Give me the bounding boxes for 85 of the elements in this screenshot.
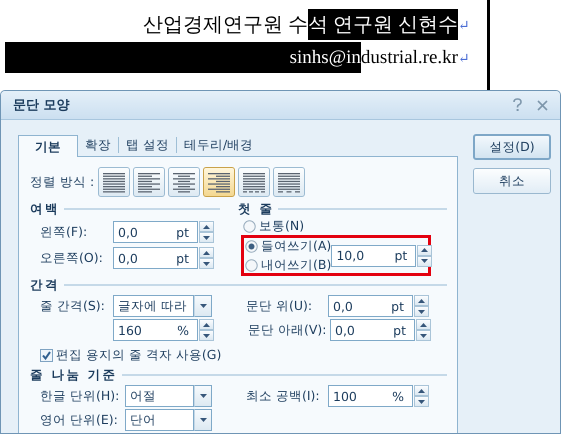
spin-up-button[interactable] <box>414 295 429 306</box>
tab[interactable]: 테두리/배경 <box>176 137 260 153</box>
caret-down-icon <box>418 310 425 314</box>
checkbox-label: 편집 용지의 줄 격자 사용(G) <box>56 346 222 364</box>
spin-down-button[interactable] <box>199 258 214 269</box>
number-field[interactable]: 160 % <box>113 319 198 341</box>
tab[interactable]: 탭 설정 <box>118 137 176 153</box>
document-text: 산업경제연구원 수 <box>143 13 308 38</box>
caret-down-icon <box>203 334 210 338</box>
field-label: 정렬 방식 : <box>30 174 96 190</box>
caret-down-icon <box>203 262 210 266</box>
dropdown-field[interactable]: 글자에 따라 <box>113 295 194 317</box>
dropdown-button[interactable] <box>194 385 212 407</box>
number-field[interactable]: 0,0 pt <box>330 319 415 341</box>
field-label: 영어 단위(E): <box>40 412 119 428</box>
number-field[interactable]: 0,0 pt <box>328 295 413 317</box>
align-button[interactable] <box>203 167 235 197</box>
document-text: 석 연구원 신현수 <box>308 9 458 40</box>
section-heading: 줄 나눔 기준 <box>30 366 118 384</box>
caret-up-icon <box>420 322 427 326</box>
radio-label: 들여쓰기(A) <box>261 238 332 255</box>
spin-up-button[interactable] <box>417 244 432 256</box>
spin-down-button[interactable] <box>416 330 431 341</box>
caret-down-icon <box>420 334 427 338</box>
section-heading: 여백 <box>30 200 60 218</box>
align-button[interactable] <box>238 167 270 197</box>
paragraph-mark: ↵ <box>458 18 471 36</box>
dialog-button[interactable]: 취소 <box>473 168 551 194</box>
spin-down-button[interactable] <box>414 306 429 317</box>
dropdown-button[interactable] <box>194 295 212 317</box>
align-button[interactable] <box>133 167 165 197</box>
number-field[interactable]: 0,0 pt <box>113 247 198 269</box>
spin-down-button[interactable] <box>199 330 214 341</box>
radio-button[interactable] <box>245 259 258 272</box>
radio-button[interactable] <box>245 240 258 253</box>
help-icon[interactable] <box>512 98 523 112</box>
spin-down-button[interactable] <box>199 232 214 243</box>
caret-up-icon <box>418 388 425 392</box>
dialog-button[interactable]: 설정(D) <box>473 134 551 160</box>
spin-down-button[interactable] <box>417 256 432 266</box>
spin-up-button[interactable] <box>414 385 429 396</box>
caret-up-icon <box>421 248 428 252</box>
caret-down-icon <box>200 418 206 422</box>
spin-up-button[interactable] <box>199 247 214 258</box>
spin-down-button[interactable] <box>414 396 429 407</box>
caret-down-icon <box>203 236 210 240</box>
caret-down-icon <box>421 259 428 263</box>
caret-down-icon <box>200 304 206 308</box>
field-label: 왼쪽(F): <box>40 224 88 240</box>
number-field[interactable]: 0,0 pt <box>113 221 198 243</box>
caret-down-icon <box>418 400 425 404</box>
spin-up-button[interactable] <box>199 221 214 232</box>
caret-up-icon <box>203 250 210 254</box>
number-field[interactable]: 100 % <box>328 385 413 407</box>
radio-label: 보통(N) <box>259 218 304 234</box>
radio-label: 내어쓰기(B) <box>261 257 332 274</box>
number-field[interactable]: 10,0 pt <box>331 244 416 266</box>
spin-up-button[interactable] <box>416 319 431 330</box>
section-heading: 간격 <box>30 276 60 294</box>
dropdown-field[interactable]: 단어 <box>125 409 194 431</box>
window-title: 문단 모양 <box>13 97 71 114</box>
field-label: 줄 간격(S): <box>40 298 106 314</box>
field-label: 문단 아래(V): <box>248 322 328 338</box>
field-label: 한글 단위(H): <box>40 388 120 404</box>
document-text: dustrial.re.kr <box>360 46 458 70</box>
tab[interactable]: 확장 <box>78 137 118 153</box>
caret-up-icon <box>203 224 210 228</box>
checkbox[interactable] <box>40 348 53 362</box>
align-button[interactable] <box>168 167 200 197</box>
align-button[interactable] <box>98 167 130 197</box>
align-button[interactable] <box>273 167 305 197</box>
paragraph-mark: ↵ <box>458 51 471 69</box>
document-text: sinhs@in <box>290 42 361 73</box>
dropdown-field[interactable]: 어절 <box>125 385 194 407</box>
field-label: 문단 위(U): <box>246 298 314 314</box>
section-heading: 첫 줄 <box>238 200 274 218</box>
dropdown-button[interactable] <box>194 409 212 431</box>
caret-up-icon <box>203 322 210 326</box>
field-label: 최소 공백(I): <box>246 388 321 404</box>
field-label: 오른쪽(O): <box>40 250 104 266</box>
spin-up-button[interactable] <box>199 319 214 330</box>
radio-button[interactable] <box>243 220 256 232</box>
tab[interactable]: 기본 <box>18 135 78 157</box>
caret-down-icon <box>200 394 206 398</box>
caret-up-icon <box>418 298 425 302</box>
